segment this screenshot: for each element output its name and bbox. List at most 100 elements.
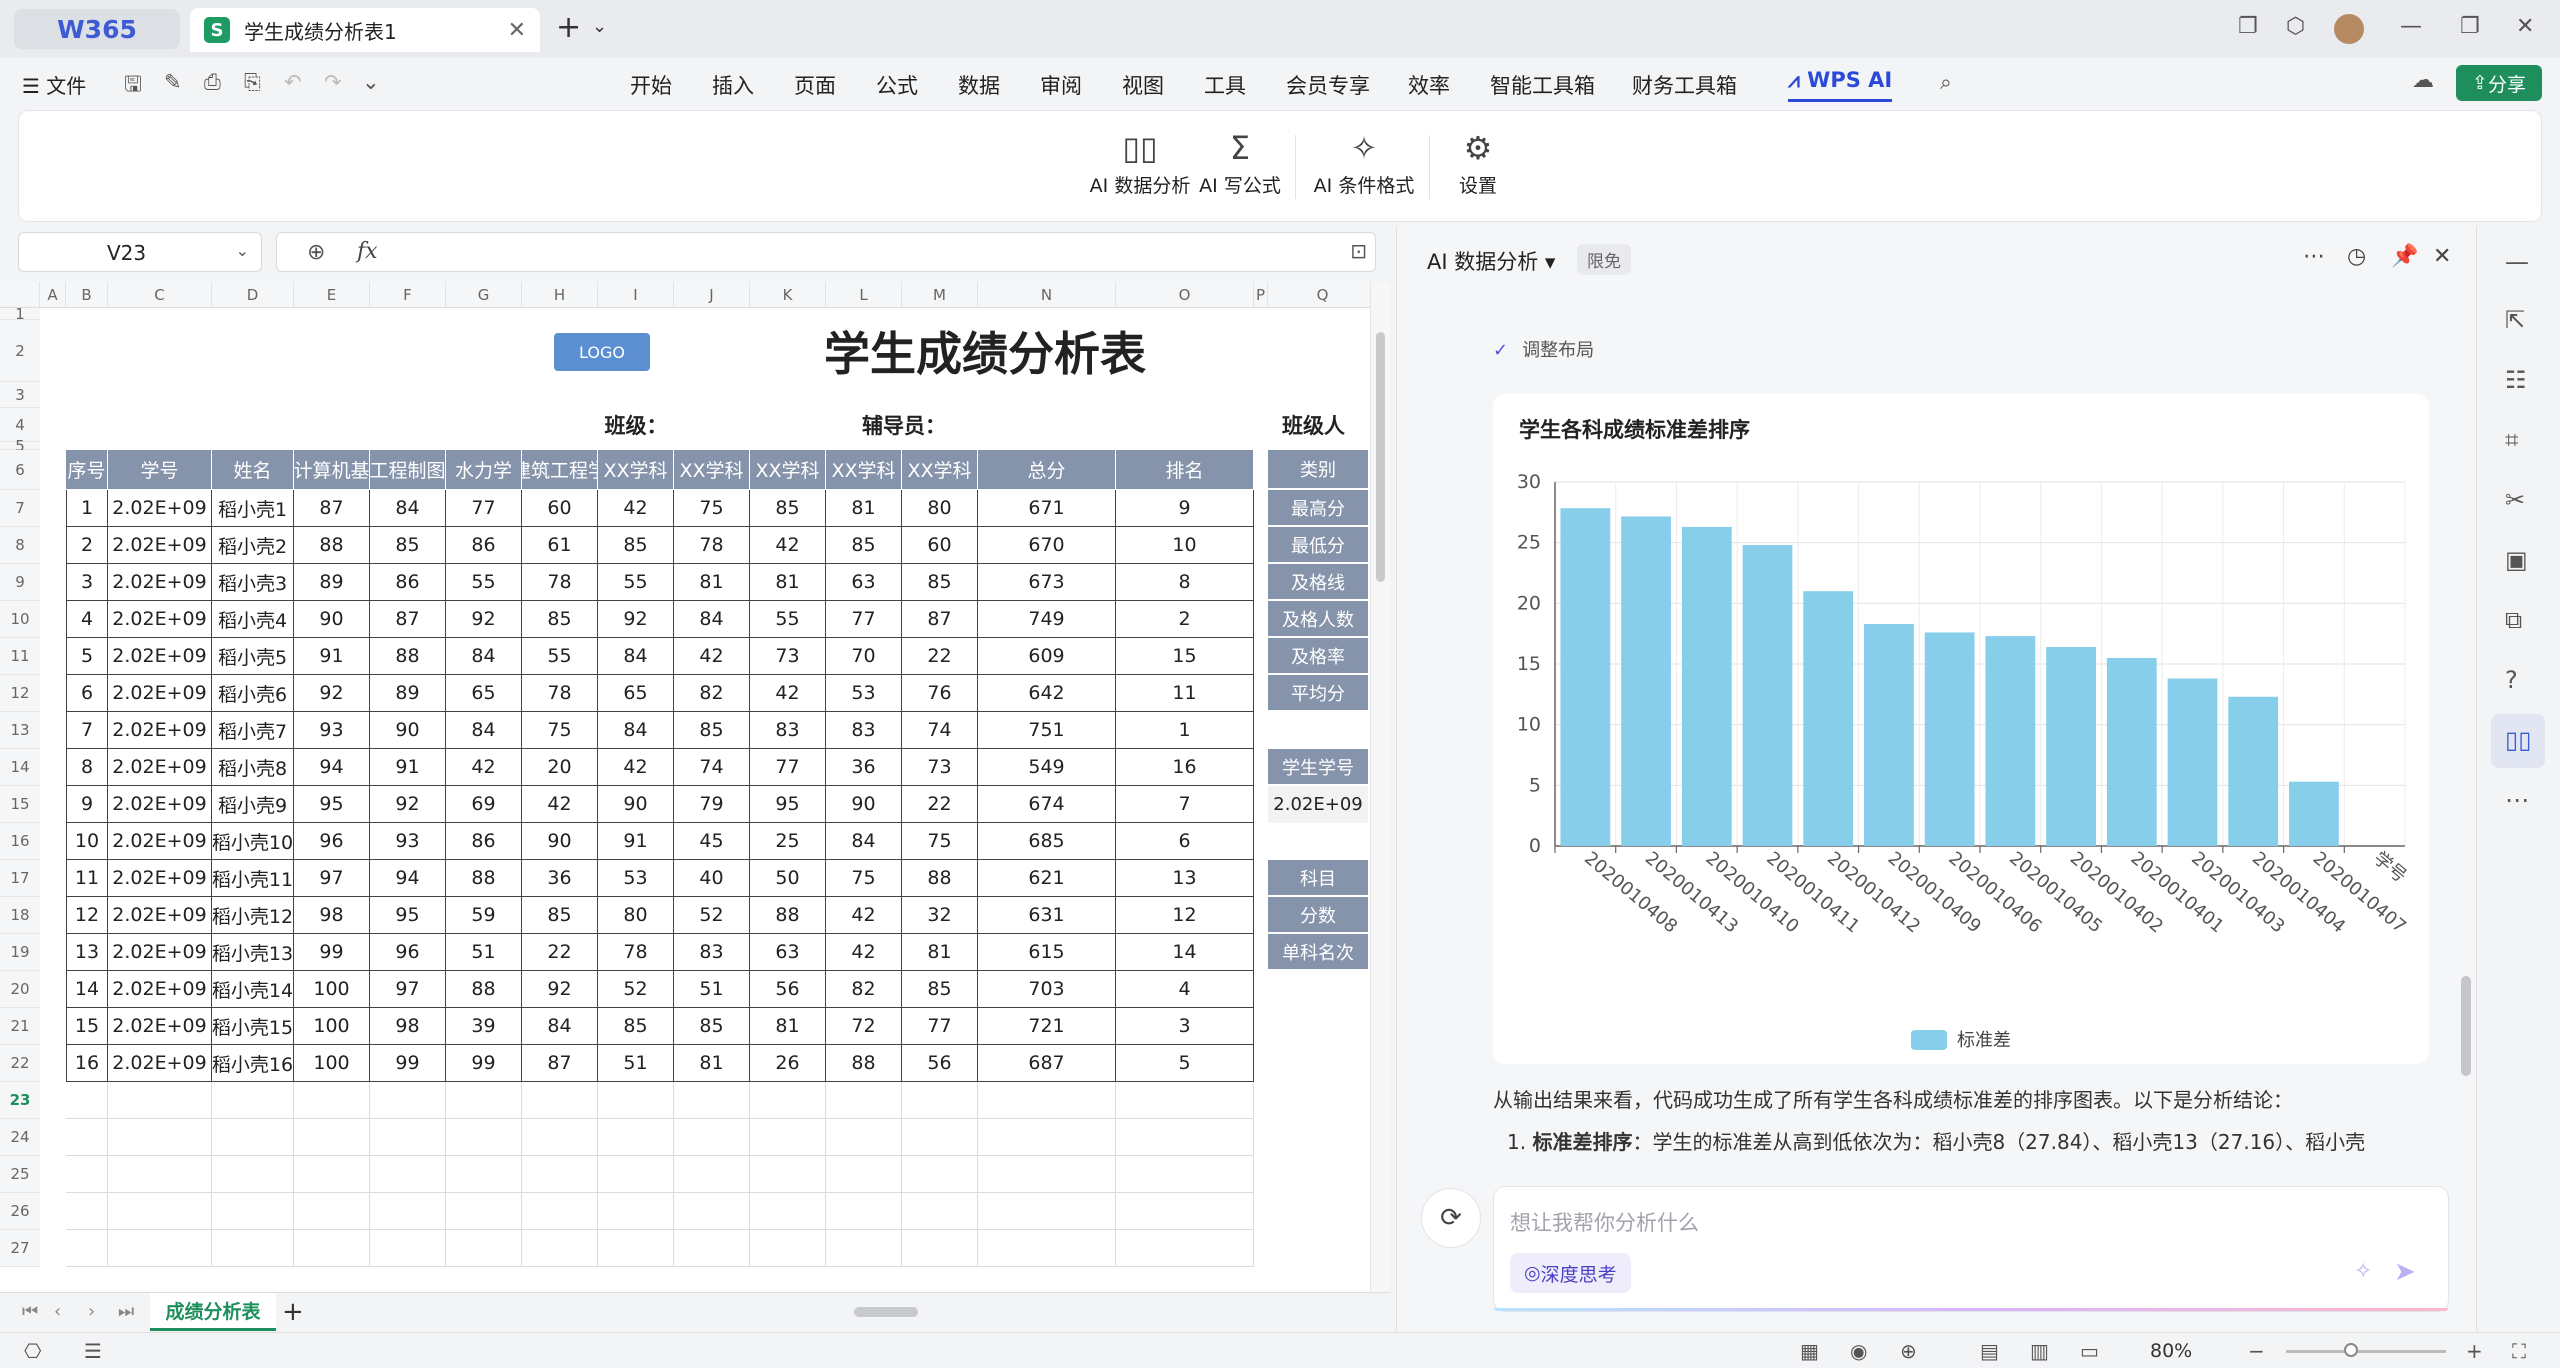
empty-cell[interactable] (66, 1119, 108, 1156)
empty-cell[interactable] (598, 1119, 674, 1156)
table-cell[interactable]: 稻小壳10 (212, 823, 294, 860)
table-cell[interactable]: 749 (978, 601, 1116, 638)
table-header[interactable]: 排名 (1116, 450, 1254, 490)
empty-cell[interactable] (1116, 1230, 1254, 1267)
row-header[interactable]: 6 (0, 450, 40, 490)
table-cell[interactable]: 63 (826, 564, 902, 601)
menu-start[interactable]: 开始 (630, 70, 672, 100)
table-header[interactable]: XX学科 (598, 450, 674, 490)
row-header[interactable]: 15 (0, 786, 40, 823)
table-cell[interactable]: 84 (674, 601, 750, 638)
row-header[interactable]: 10 (0, 601, 40, 638)
zoom-in-icon[interactable]: + (2466, 1339, 2483, 1363)
table-cell[interactable]: 86 (370, 564, 446, 601)
empty-cell[interactable] (66, 1193, 108, 1230)
empty-cell[interactable] (446, 1156, 522, 1193)
table-cell[interactable]: 75 (674, 490, 750, 527)
table-cell[interactable]: 2.02E+09 (108, 786, 212, 823)
row-header[interactable]: 14 (0, 749, 40, 786)
table-cell[interactable]: 76 (902, 675, 978, 712)
table-cell[interactable]: 4 (66, 601, 108, 638)
empty-cell[interactable] (446, 1193, 522, 1230)
table-header[interactable]: 序号 (66, 450, 108, 490)
table-cell[interactable]: 81 (674, 1045, 750, 1082)
empty-cell[interactable] (212, 1193, 294, 1230)
table-cell[interactable]: 80 (598, 897, 674, 934)
table-cell[interactable]: 674 (978, 786, 1116, 823)
table-header[interactable]: 建筑工程学 (522, 450, 598, 490)
table-cell[interactable]: 88 (370, 638, 446, 675)
empty-cell[interactable] (826, 1193, 902, 1230)
table-cell[interactable]: 2.02E+09 (108, 527, 212, 564)
table-cell[interactable]: 84 (522, 1008, 598, 1045)
table-cell[interactable]: 78 (522, 564, 598, 601)
menu-page[interactable]: 页面 (794, 70, 836, 100)
redo-icon[interactable]: ↷ (324, 70, 342, 94)
row-header[interactable]: 22 (0, 1045, 40, 1082)
table-cell[interactable]: 42 (446, 749, 522, 786)
print-preview-icon[interactable]: ⎘ (244, 70, 261, 95)
more-icon[interactable]: ⋯ (2505, 786, 2529, 814)
empty-cell[interactable] (902, 1193, 978, 1230)
table-header[interactable]: 工程制图 (370, 450, 446, 490)
spreadsheet-grid[interactable]: ABCDEFGHIJKLMNOPQ 1 2 3 4 5 6 7 8 9 10 11 12 13 14 15 1… (0, 282, 1390, 1292)
normal-view-icon[interactable]: ▤ (1980, 1339, 1999, 1363)
table-cell[interactable]: 稻小壳2 (212, 527, 294, 564)
table-cell[interactable]: 72 (826, 1008, 902, 1045)
logo-button[interactable]: LOGO (554, 333, 650, 371)
zoom-out-icon[interactable]: − (2248, 1339, 2265, 1363)
empty-cell[interactable] (446, 1082, 522, 1119)
chart-edit-icon[interactable]: ▣ (2505, 546, 2528, 574)
layout-icon[interactable]: ☰ (84, 1339, 102, 1363)
table-cell[interactable]: 42 (522, 786, 598, 823)
table-cell[interactable]: 9 (66, 786, 108, 823)
table-cell[interactable]: 25 (750, 823, 826, 860)
table-cell[interactable]: 88 (826, 1045, 902, 1082)
empty-cell[interactable] (108, 1230, 212, 1267)
empty-cell[interactable] (750, 1230, 826, 1267)
table-cell[interactable]: 84 (370, 490, 446, 527)
table-cell[interactable]: 稻小壳13 (212, 934, 294, 971)
table-cell[interactable]: 2.02E+09 (108, 1045, 212, 1082)
table-cell[interactable]: 89 (370, 675, 446, 712)
table-cell[interactable]: 100 (294, 971, 370, 1008)
cloud-upload-icon[interactable]: ☁ (2412, 68, 2434, 93)
table-cell[interactable]: 77 (750, 749, 826, 786)
table-cell[interactable]: 16 (66, 1045, 108, 1082)
add-sheet-icon[interactable]: + (282, 1297, 304, 1327)
table-cell[interactable]: 83 (826, 712, 902, 749)
table-cell[interactable]: 93 (294, 712, 370, 749)
table-cell[interactable]: 50 (750, 860, 826, 897)
table-cell[interactable]: 83 (674, 934, 750, 971)
table-cell[interactable]: 5 (66, 638, 108, 675)
table-cell[interactable]: 82 (674, 675, 750, 712)
empty-cell[interactable] (66, 1230, 108, 1267)
table-cell[interactable]: 95 (294, 786, 370, 823)
table-cell[interactable]: 2.02E+09 (108, 749, 212, 786)
crop-icon[interactable]: ⌗ (2505, 426, 2519, 454)
tools-icon[interactable]: ✂ (2505, 486, 2525, 514)
menu-insert[interactable]: 插入 (712, 70, 754, 100)
menu-view[interactable]: 视图 (1122, 70, 1164, 100)
column-header[interactable]: F (370, 282, 446, 308)
empty-cell[interactable] (446, 1230, 522, 1267)
empty-cell[interactable] (522, 1119, 598, 1156)
row-header[interactable]: 5 (0, 439, 40, 454)
empty-cell[interactable] (108, 1119, 212, 1156)
book-icon[interactable]: ⧉ (2505, 606, 2522, 634)
empty-cell[interactable] (1116, 1193, 1254, 1230)
empty-cell[interactable] (750, 1193, 826, 1230)
table-cell[interactable]: 84 (598, 712, 674, 749)
table-cell[interactable]: 96 (370, 934, 446, 971)
table-cell[interactable]: 75 (522, 712, 598, 749)
table-cell[interactable]: 6 (1116, 823, 1254, 860)
empty-cell[interactable] (598, 1230, 674, 1267)
table-cell[interactable]: 549 (978, 749, 1116, 786)
table-cell[interactable]: 9 (1116, 490, 1254, 527)
table-cell[interactable]: 687 (978, 1045, 1116, 1082)
row-header[interactable]: 17 (0, 860, 40, 897)
table-cell[interactable]: 56 (750, 971, 826, 1008)
history-icon[interactable]: ◷ (2347, 244, 2366, 269)
close-tab-icon[interactable]: ✕ (508, 18, 526, 43)
collapse-icon[interactable]: — (2505, 248, 2529, 276)
